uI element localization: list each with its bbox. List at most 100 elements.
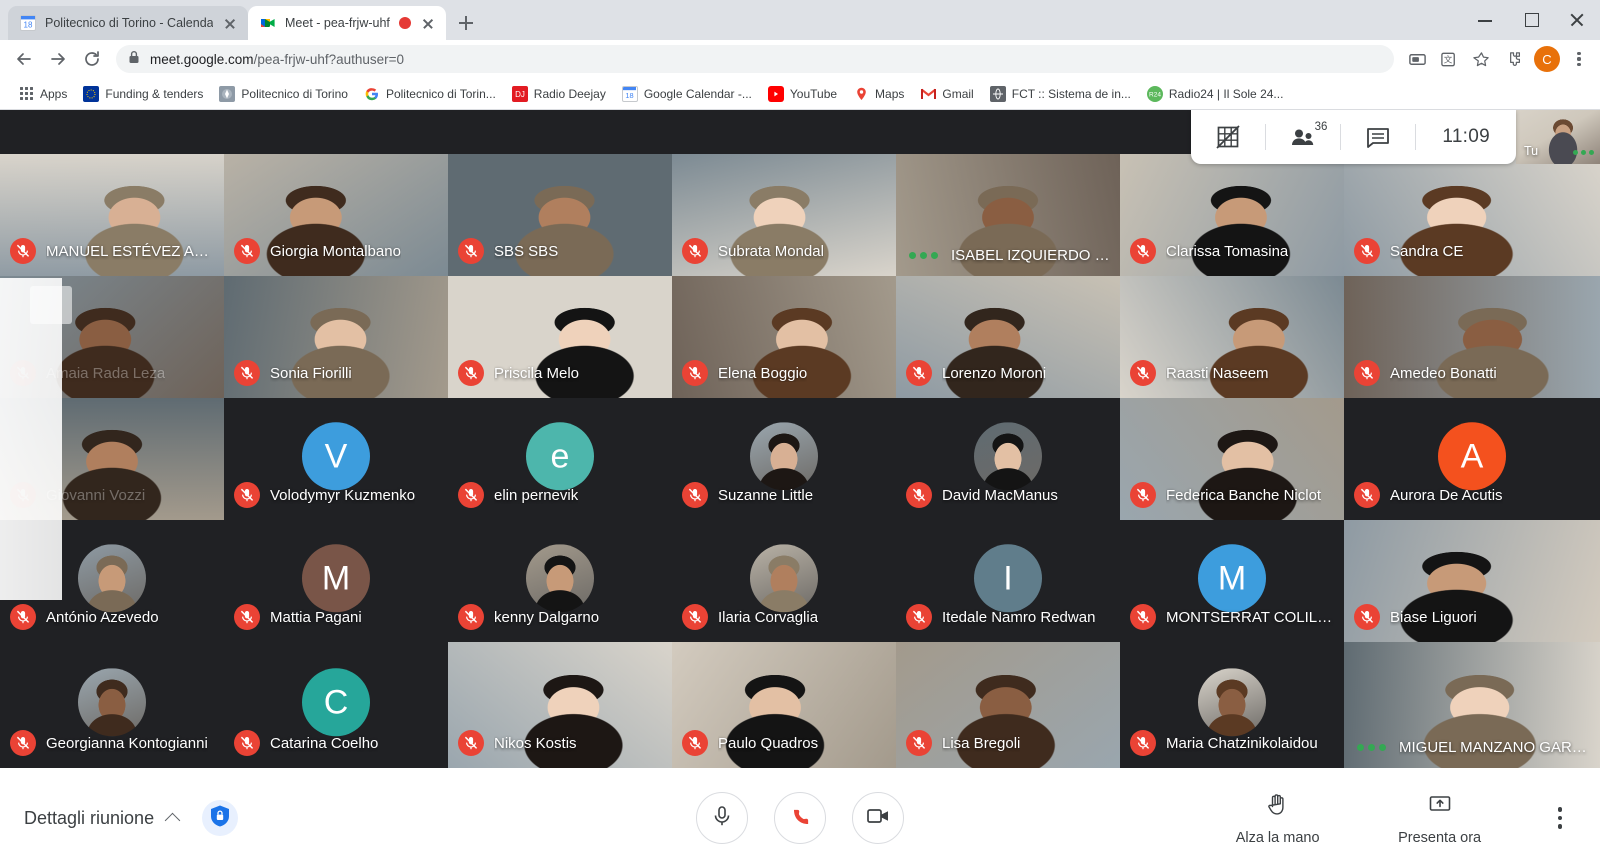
participant-tile[interactable]: Giorgia Montalbano: [224, 154, 448, 276]
participant-name: Sandra CE: [1390, 242, 1464, 260]
mic-muted-icon: [458, 730, 484, 756]
participant-tile[interactable]: Georgianna Kontogianni: [0, 642, 224, 768]
participant-tile[interactable]: SBS SBS: [448, 154, 672, 276]
self-view-label: Tu: [1524, 144, 1539, 158]
mic-muted-icon: [1354, 604, 1380, 630]
participant-tile[interactable]: C Catarina Coelho: [224, 642, 448, 768]
participant-tile[interactable]: Elena Boggio: [672, 276, 896, 398]
participant-tile[interactable]: ISABEL IZQUIERDO BARBA: [896, 154, 1120, 276]
participant-tile[interactable]: Clarissa Tomasina: [1120, 154, 1344, 276]
participant-name: Amaia Rada Leza: [46, 364, 166, 382]
participant-name: Amedeo Bonatti: [1390, 364, 1497, 382]
meeting-security-button[interactable]: [202, 800, 239, 836]
participant-tile[interactable]: Priscila Melo: [448, 276, 672, 398]
avatar-initial: M: [302, 544, 370, 613]
participant-tile[interactable]: Paulo Quadros: [672, 642, 896, 768]
hangup-button[interactable]: [774, 792, 826, 844]
chrome-menu-icon[interactable]: [1566, 46, 1592, 72]
bookmark-fct[interactable]: FCT :: Sistema de in...: [982, 83, 1139, 105]
participant-tile[interactable]: MIGUEL MANZANO GARL...: [1344, 642, 1600, 768]
mic-muted-icon: [906, 604, 932, 630]
participant-tile[interactable]: Lorenzo Moroni: [896, 276, 1120, 398]
participant-label-row: Suzanne Little: [682, 482, 813, 508]
participant-tile[interactable]: Sandra CE: [1344, 154, 1600, 276]
participant-tile[interactable]: MANUEL ESTÉVEZ AMA...: [0, 154, 224, 276]
participant-tile[interactable]: António Azevedo: [0, 520, 224, 642]
bookmark-youtube[interactable]: YouTube: [760, 83, 845, 105]
participant-label-row: Paulo Quadros: [682, 730, 818, 756]
address-bar[interactable]: meet.google.com/pea-frjw-uhf?authuser=0: [116, 45, 1394, 73]
reload-icon[interactable]: [76, 43, 108, 75]
participant-tile[interactable]: Maria Chatzinikolaidou: [1120, 642, 1344, 768]
toggle-camera-button[interactable]: [852, 792, 904, 844]
new-tab-button[interactable]: [452, 9, 480, 37]
bookmark-google-calendar[interactable]: 18 Google Calendar -...: [614, 83, 760, 105]
avatar-initial: e: [526, 422, 594, 491]
tab-strip: 18 Politecnico di Torino - Calendario Me…: [0, 0, 1600, 40]
participant-tile[interactable]: Raasti Naseem: [1120, 276, 1344, 398]
participant-tile[interactable]: I Itedale Namro Redwan: [896, 520, 1120, 642]
participants-button[interactable]: 36: [1266, 110, 1340, 164]
cast-icon[interactable]: [1402, 44, 1432, 74]
raise-hand-button[interactable]: Alza la mano: [1224, 790, 1332, 846]
participant-tile[interactable]: Ilaria Corvaglia: [672, 520, 896, 642]
shield-lock-icon: [209, 804, 231, 833]
forward-arrow-icon[interactable]: [42, 43, 74, 75]
participant-tile[interactable]: Lisa Bregoli: [896, 642, 1120, 768]
chat-button[interactable]: [1341, 110, 1415, 164]
bookmark-polito[interactable]: Politecnico di Torino: [211, 83, 356, 105]
participant-tile[interactable]: Suzanne Little: [672, 398, 896, 520]
present-now-button[interactable]: Presenta ora: [1386, 790, 1494, 846]
bookmark-star-icon[interactable]: [1466, 44, 1496, 74]
meeting-details-button[interactable]: Dettagli riunione: [24, 808, 180, 829]
mic-muted-icon: [1130, 730, 1156, 756]
participant-tile[interactable]: M MONTSERRAT COLILLA ...: [1120, 520, 1344, 642]
close-window-icon[interactable]: [1554, 0, 1600, 40]
participant-label-row: Nikos Kostis: [458, 730, 577, 756]
participant-tile[interactable]: e elin pernevik: [448, 398, 672, 520]
close-icon[interactable]: [420, 15, 436, 31]
participant-tile[interactable]: Subrata Mondal: [672, 154, 896, 276]
participant-tile[interactable]: Amedeo Bonatti: [1344, 276, 1600, 398]
bookmark-radio24[interactable]: R24 Radio24 | Il Sole 24...: [1139, 83, 1292, 105]
participant-tile[interactable]: Sonia Fiorilli: [224, 276, 448, 398]
profile-avatar[interactable]: C: [1534, 46, 1560, 72]
close-icon[interactable]: [222, 15, 238, 31]
participant-label-row: Amaia Rada Leza: [10, 360, 165, 386]
participant-tile[interactable]: Biase Liguori: [1344, 520, 1600, 642]
tab-meet[interactable]: Meet - pea-frjw-uhf: [248, 6, 446, 40]
participant-tile[interactable]: Giovanni Vozzi: [0, 398, 224, 520]
layout-grid-off-icon[interactable]: [1191, 110, 1265, 164]
avatar-photo: [974, 422, 1042, 491]
participant-label-row: Elena Boggio: [682, 360, 807, 386]
recording-indicator-icon[interactable]: [398, 17, 411, 29]
bookmark-apps[interactable]: Apps: [10, 83, 75, 105]
participant-tile[interactable]: A Aurora De Acutis: [1344, 398, 1600, 520]
tab-calendario[interactable]: 18 Politecnico di Torino - Calendario: [8, 6, 248, 40]
bookmark-funding-tenders[interactable]: Funding & tenders: [75, 83, 211, 105]
minimize-icon[interactable]: [1462, 0, 1508, 40]
back-arrow-icon[interactable]: [8, 43, 40, 75]
meet-icon: [260, 15, 276, 31]
bookmark-label: Radio Deejay: [533, 86, 606, 101]
extensions-puzzle-icon[interactable]: [1498, 44, 1528, 74]
participant-label-row: Subrata Mondal: [682, 238, 824, 264]
self-view-tile[interactable]: Tu: [1516, 110, 1600, 164]
participant-tile[interactable]: kenny Dalgarno: [448, 520, 672, 642]
participant-tile[interactable]: Nikos Kostis: [448, 642, 672, 768]
bookmark-maps[interactable]: Maps: [845, 83, 912, 105]
participant-tile[interactable]: David MacManus: [896, 398, 1120, 520]
more-options-icon[interactable]: [1548, 797, 1572, 838]
participant-tile[interactable]: V Volodymyr Kuzmenko: [224, 398, 448, 520]
translate-icon[interactable]: 文: [1434, 44, 1464, 74]
bookmark-polito-google[interactable]: Politecnico di Torin...: [356, 83, 504, 105]
toggle-microphone-button[interactable]: [696, 792, 748, 844]
participant-tile[interactable]: Federica Banche Niclot: [1120, 398, 1344, 520]
avatar-initial: C: [302, 668, 370, 737]
bookmark-gmail[interactable]: Gmail: [912, 83, 981, 105]
participant-label-row: Sandra CE: [1354, 238, 1463, 264]
maximize-icon[interactable]: [1508, 0, 1554, 40]
participant-label-row: Aurora De Acutis: [1354, 482, 1503, 508]
participant-tile[interactable]: M Mattia Pagani: [224, 520, 448, 642]
bookmark-radio-deejay[interactable]: DJ Radio Deejay: [504, 83, 614, 105]
